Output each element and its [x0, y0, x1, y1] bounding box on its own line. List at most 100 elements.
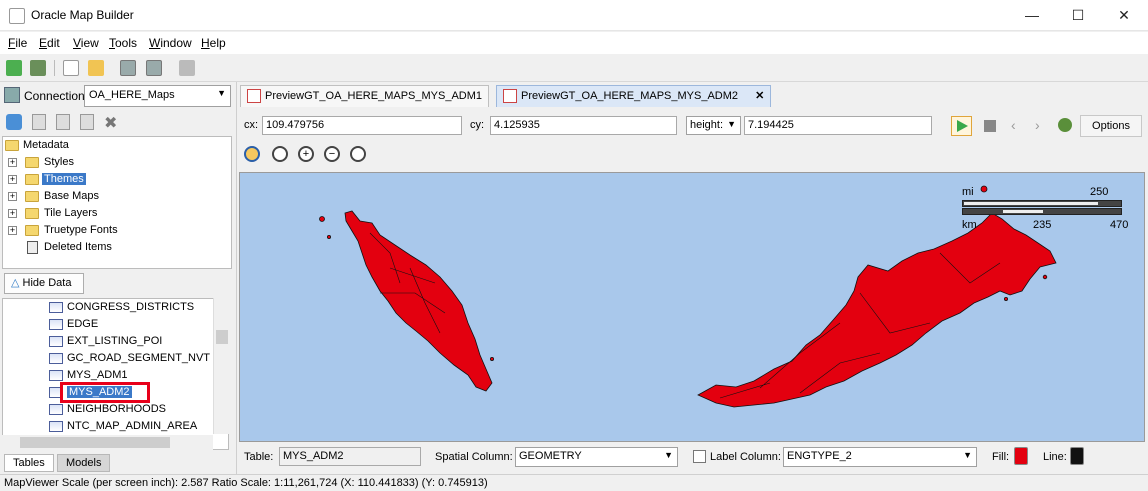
list-item[interactable]: EXT_LISTING_POI: [49, 333, 162, 350]
chevron-down-icon: ▼: [217, 88, 226, 98]
tab-preview-adm1[interactable]: PreviewGT_OA_HERE_MAPS_MYS_ADM1: [240, 85, 490, 107]
tab-preview-adm2[interactable]: PreviewGT_OA_HERE_MAPS_MYS_ADM2 ✕: [496, 85, 772, 107]
list-item[interactable]: CONGRESS_DISTRICTS: [49, 299, 194, 316]
list-item[interactable]: NEIGHBORHOODS: [49, 401, 166, 418]
map-canvas[interactable]: mi 250 km 235 470: [239, 172, 1145, 442]
close-tab-icon[interactable]: ✕: [755, 90, 764, 102]
maximize-button[interactable]: ☐: [1055, 0, 1101, 31]
vertical-scrollbar[interactable]: [213, 298, 229, 434]
expand-icon[interactable]: +: [8, 209, 17, 218]
table-icon: [49, 336, 63, 347]
status-bar: MapViewer Scale (per screen inch): 2.587…: [0, 474, 1148, 491]
minimize-button[interactable]: —: [1009, 0, 1055, 31]
run-button[interactable]: [951, 116, 972, 136]
hide-data-button[interactable]: △ Hide Data: [4, 273, 84, 294]
tree-item-base-maps[interactable]: + Base Maps: [3, 188, 99, 205]
horizontal-scrollbar[interactable]: [2, 435, 213, 450]
height-input[interactable]: 7.194425: [744, 116, 932, 135]
menu-tools[interactable]: Tools: [109, 36, 137, 50]
label-column-checkbox[interactable]: [693, 450, 706, 463]
tree-root[interactable]: Metadata: [3, 137, 69, 154]
info-icon[interactable]: [1058, 118, 1072, 132]
chevron-down-icon: ▼: [664, 450, 673, 460]
menu-bar: File Edit View Tools Window Help: [0, 32, 1148, 54]
cx-input[interactable]: 109.479756: [262, 116, 462, 135]
tree-item-tile-layers[interactable]: + Tile Layers: [3, 205, 97, 222]
line-label: Line:: [1043, 451, 1067, 463]
zoom-out-icon[interactable]: −: [324, 146, 340, 162]
folder-icon: [25, 174, 39, 185]
open-folder-icon[interactable]: [88, 60, 104, 76]
save-icon[interactable]: [120, 60, 136, 76]
menu-view[interactable]: View: [73, 36, 99, 50]
trash-icon: [27, 241, 38, 254]
metadata-tree: Metadata + Styles + Themes + Base Maps +…: [2, 136, 232, 269]
scale-km-label: km: [962, 219, 977, 231]
disconnect-icon[interactable]: [179, 60, 195, 76]
folder-icon: [25, 225, 39, 236]
expand-icon[interactable]: +: [8, 226, 17, 235]
zoom-pan-icon[interactable]: [244, 146, 260, 162]
scale-km-max: 470: [1110, 219, 1129, 231]
close-button[interactable]: ✕: [1101, 0, 1147, 31]
label-column-select[interactable]: ENGTYPE_2 ▼: [783, 447, 977, 467]
list-item[interactable]: GC_ROAD_SEGMENT_NVT: [49, 350, 210, 367]
expand-icon[interactable]: +: [8, 175, 17, 184]
tree-item-deleted-items[interactable]: Deleted Items: [3, 239, 112, 256]
tree-item-themes[interactable]: + Themes: [3, 171, 86, 188]
tree-item-truetype-fonts[interactable]: + Truetype Fonts: [3, 222, 118, 239]
window-title: Oracle Map Builder: [31, 8, 134, 22]
stop-icon[interactable]: [984, 120, 996, 132]
pan-icon[interactable]: [272, 146, 288, 162]
line-color-swatch[interactable]: [1070, 447, 1084, 465]
back-icon[interactable]: ‹: [1011, 117, 1016, 133]
options-button[interactable]: Options: [1080, 115, 1142, 137]
connection-select[interactable]: OA_HERE_Maps ▼: [84, 85, 231, 107]
triangle-up-icon: △: [11, 277, 20, 289]
toolbar-separator: [54, 60, 55, 76]
scale-mi-label: mi: [962, 186, 974, 198]
cy-label: cy:: [470, 119, 485, 131]
expand-icon[interactable]: +: [8, 158, 17, 167]
save-all-icon[interactable]: [146, 60, 162, 76]
chevron-down-icon: ▼: [727, 119, 736, 129]
menu-window[interactable]: Window: [149, 36, 192, 50]
preview-doc-icon: [247, 89, 261, 103]
menu-help[interactable]: Help: [201, 36, 226, 50]
tables-list: CONGRESS_DISTRICTS EDGE EXT_LISTING_POI …: [2, 298, 229, 450]
menu-edit[interactable]: Edit: [39, 36, 60, 50]
copy-icon[interactable]: [32, 114, 46, 130]
tab-tables[interactable]: Tables: [4, 454, 54, 472]
preview-icon[interactable]: [80, 114, 94, 130]
dimension-mode-select[interactable]: height: ▼: [686, 116, 741, 135]
tree-item-styles[interactable]: + Styles: [3, 154, 74, 171]
fill-color-swatch[interactable]: [1014, 447, 1028, 465]
tab-models[interactable]: Models: [57, 454, 111, 472]
zoom-box-icon[interactable]: [350, 146, 366, 162]
table-icon: [49, 370, 63, 381]
database-icon: [4, 87, 20, 103]
menu-file[interactable]: File: [8, 36, 27, 50]
zoom-in-icon[interactable]: +: [298, 146, 314, 162]
cy-input[interactable]: 4.125935: [490, 116, 677, 135]
scale-mi-value: 250: [1090, 186, 1109, 198]
selection-highlight-box: [60, 382, 150, 403]
expand-icon[interactable]: +: [8, 192, 17, 201]
table-icon: [49, 353, 63, 364]
delete-icon[interactable]: ✖: [104, 113, 117, 133]
fill-label: Fill:: [992, 451, 1010, 463]
list-item[interactable]: EDGE: [49, 316, 98, 333]
new-item-icon[interactable]: [56, 114, 70, 130]
scale-bar-km-segment: [1003, 210, 1043, 213]
scrollbar-thumb[interactable]: [20, 437, 170, 448]
refresh-icon[interactable]: [6, 114, 22, 130]
folder-icon: [25, 191, 39, 202]
add-connection-icon[interactable]: [6, 60, 22, 76]
spatial-column-select[interactable]: GEOMETRY ▼: [515, 447, 678, 467]
forward-icon[interactable]: ›: [1035, 117, 1040, 133]
new-file-icon[interactable]: [63, 60, 79, 76]
list-item[interactable]: NTC_MAP_ADMIN_AREA: [49, 418, 197, 435]
scrollbar-thumb[interactable]: [216, 330, 228, 344]
play-icon: [957, 120, 968, 132]
connection-icon[interactable]: [30, 60, 46, 76]
